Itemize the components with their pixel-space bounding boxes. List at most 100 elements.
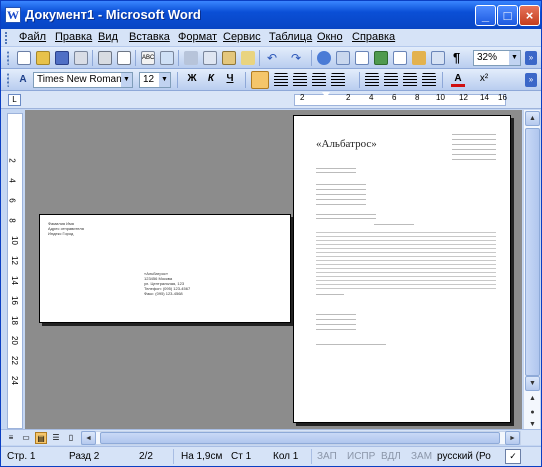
status-overtype[interactable]: ЗАМ <box>411 451 432 462</box>
close-button[interactable]: × <box>519 5 540 26</box>
letter-signature <box>316 314 356 330</box>
word-app-icon[interactable]: W <box>5 7 21 23</box>
scroll-left-icon[interactable]: ◄ <box>81 431 96 445</box>
first-line-indent-marker[interactable] <box>322 92 330 107</box>
word-window: W Документ1 - Microsoft Word _ □ × Файл … <box>0 0 542 467</box>
font-color-icon[interactable]: A <box>451 73 465 87</box>
status-language[interactable]: русский (Ро <box>437 451 491 462</box>
show-hide-paragraph-icon[interactable]: ¶ <box>453 51 467 65</box>
justify-icon[interactable] <box>312 73 326 87</box>
menu-file[interactable]: Файл <box>19 31 46 43</box>
tab-selector-icon[interactable]: L <box>8 94 21 106</box>
hscroll-thumb[interactable] <box>100 432 500 444</box>
status-record[interactable]: ЗАП <box>317 451 337 462</box>
toolbar-options-icon[interactable]: » <box>525 51 537 65</box>
horizontal-scrollbar[interactable]: ◄ ► <box>81 431 521 445</box>
toolbar-options-icon[interactable]: » <box>525 73 537 87</box>
align-right-icon[interactable] <box>293 73 307 87</box>
copy-icon[interactable] <box>203 51 217 65</box>
research-icon[interactable] <box>160 51 174 65</box>
vertical-ruler[interactable]: 2 4 6 8 10 12 14 16 18 20 22 24 <box>7 113 23 429</box>
toolbar-grip[interactable] <box>7 51 11 65</box>
decrease-indent-icon[interactable] <box>403 73 417 87</box>
zoom-combo[interactable]: 32% ▼ <box>473 50 521 66</box>
italic-button[interactable]: К <box>204 73 218 84</box>
status-column: Кол 1 <box>273 451 299 462</box>
scroll-down-icon[interactable]: ▼ <box>525 376 540 391</box>
scroll-right-icon[interactable]: ► <box>505 431 520 445</box>
chevron-down-icon[interactable]: ▼ <box>159 73 170 87</box>
status-pages: 2/2 <box>139 451 153 462</box>
web-view-icon[interactable]: ▭ <box>20 432 32 444</box>
hyperlink-icon[interactable] <box>317 51 331 65</box>
numbering-icon[interactable] <box>365 73 379 87</box>
menu-table[interactable]: Таблица <box>269 31 312 43</box>
document-workspace[interactable]: Фамилия Имя Адрес отправителя Индекс Гор… <box>25 110 522 429</box>
menu-bar: Файл Правка Вид Вставка Формат Сервис Та… <box>1 29 541 47</box>
title-bar[interactable]: W Документ1 - Microsoft Word _ □ × <box>1 1 541 29</box>
font-size-combo[interactable]: 12 ▼ <box>139 72 171 88</box>
print-layout-view-icon[interactable]: ▤ <box>35 432 47 444</box>
increase-indent-icon[interactable] <box>422 73 436 87</box>
insert-excel-icon[interactable] <box>374 51 388 65</box>
menu-tools[interactable]: Сервис <box>223 31 261 43</box>
tables-borders-icon[interactable] <box>336 51 350 65</box>
document-map-icon[interactable] <box>431 51 445 65</box>
toolbar-separator <box>442 72 443 88</box>
reading-view-icon[interactable]: ▯ <box>65 432 77 444</box>
minimize-button[interactable]: _ <box>475 5 496 26</box>
letter-subject <box>316 214 376 219</box>
menu-insert[interactable]: Вставка <box>129 31 170 43</box>
spelling-icon[interactable]: ABC <box>141 51 155 65</box>
normal-view-icon[interactable]: ≡ <box>5 432 17 444</box>
scroll-up-icon[interactable]: ▲ <box>525 111 540 126</box>
menu-window[interactable]: Окно <box>317 31 343 43</box>
cut-icon[interactable] <box>184 51 198 65</box>
horizontal-ruler[interactable]: L 2 2 4 6 8 10 12 14 16 <box>1 91 541 109</box>
vruler-tick: 8 <box>7 218 17 223</box>
line-spacing-icon[interactable] <box>331 73 345 87</box>
envelope-page[interactable]: Фамилия Имя Адрес отправителя Индекс Гор… <box>39 214 291 323</box>
previous-page-icon[interactable]: ▲ <box>525 392 540 407</box>
new-document-icon[interactable] <box>17 51 31 65</box>
spelling-status-icon[interactable]: ✓ <box>505 449 521 464</box>
font-name-combo[interactable]: Times New Roman ▼ <box>33 72 133 88</box>
underline-button[interactable]: Ч <box>223 73 237 84</box>
status-track-changes[interactable]: ИСПР <box>347 451 375 462</box>
bullets-icon[interactable] <box>384 73 398 87</box>
letter-page[interactable]: «Альбатрос» <box>293 115 511 423</box>
bold-button[interactable]: Ж <box>185 73 199 84</box>
print-icon[interactable] <box>98 51 112 65</box>
menu-help[interactable]: Справка <box>352 31 395 43</box>
insert-table-icon[interactable] <box>355 51 369 65</box>
scroll-thumb[interactable] <box>525 128 540 376</box>
paste-icon[interactable] <box>222 51 236 65</box>
vertical-scrollbar[interactable]: ▲ ▼ ▲ ● ▼ <box>523 110 540 429</box>
status-extend[interactable]: ВДЛ <box>381 451 401 462</box>
styles-formatting-icon[interactable]: А <box>16 73 30 87</box>
drawing-icon[interactable] <box>412 51 426 65</box>
menu-edit[interactable]: Правка <box>55 31 92 43</box>
undo-icon[interactable]: ↶ <box>265 51 279 65</box>
menu-view[interactable]: Вид <box>98 31 118 43</box>
format-painter-icon[interactable] <box>241 51 255 65</box>
next-page-icon[interactable]: ▼ <box>525 418 540 428</box>
menu-format[interactable]: Формат <box>178 31 217 43</box>
chevron-down-icon[interactable]: ▼ <box>509 51 520 65</box>
print-preview-icon[interactable] <box>117 51 131 65</box>
permission-icon[interactable] <box>74 51 88 65</box>
letter-recipient <box>316 184 366 206</box>
envelope-recipient-address: «Альбатрос» 123456 Москва ул. Центральна… <box>144 271 191 296</box>
outline-view-icon[interactable]: ☰ <box>50 432 62 444</box>
save-icon[interactable] <box>55 51 69 65</box>
align-center-icon[interactable] <box>274 73 288 87</box>
align-left-icon[interactable] <box>251 71 269 89</box>
columns-icon[interactable] <box>393 51 407 65</box>
toolbar-grip[interactable] <box>7 73 11 87</box>
maximize-button[interactable]: □ <box>497 5 518 26</box>
menu-grip[interactable] <box>5 32 8 44</box>
redo-icon[interactable]: ↷ <box>289 51 303 65</box>
open-folder-icon[interactable] <box>36 51 50 65</box>
chevron-down-icon[interactable]: ▼ <box>121 73 132 87</box>
superscript-icon[interactable]: x² <box>477 73 491 84</box>
